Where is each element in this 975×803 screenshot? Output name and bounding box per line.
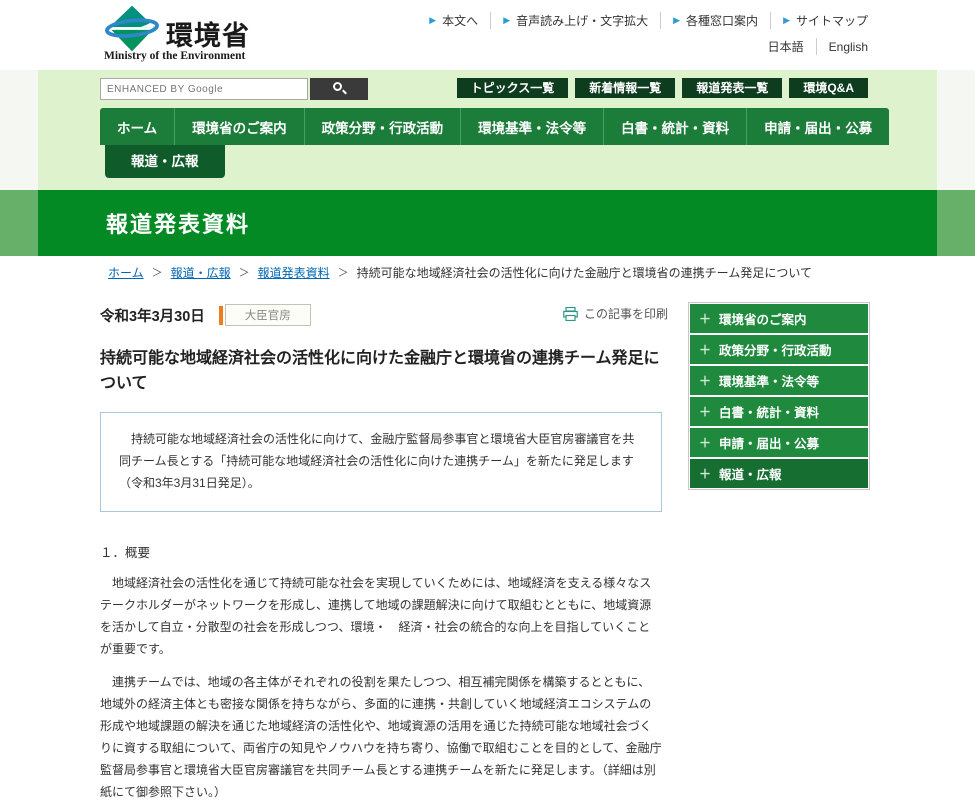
new-info-list-button[interactable]: 新着情報一覧 [575,78,675,98]
quick-buttons: トピックス一覧 新着情報一覧 報道発表一覧 環境Q&A [450,78,868,98]
sidebar-item-whitepapers-stats[interactable]: ＋ 白書・統計・資料 [690,397,868,426]
nav-tab-press[interactable]: 報道・広報 [105,145,225,178]
article-paragraph-1: 地域経済社会の活性化を通じて持続可能な社会を実現していくためには、地域経済を支え… [100,572,662,660]
sidebar-item-label: 政策分野・行政活動 [719,340,832,359]
language-switcher: 日本語 English [756,38,868,55]
search-icon [333,82,342,91]
band-right-edge [937,190,975,256]
nav-home[interactable]: ホーム [100,108,175,145]
expand-icon: ＋ [699,403,711,420]
expand-icon: ＋ [699,465,711,482]
sidebar-item-label: 申請・届出・公募 [719,433,819,452]
article-title: 持続可能な地域経済社会の活性化に向けた金融庁と環境省の連携チーム発足について [100,346,662,396]
nav-about[interactable]: 環境省のご案内 [175,108,305,145]
article-date: 令和3年3月30日 [100,305,205,326]
quick-link-label: 本文へ [442,12,478,29]
nav-standards-laws[interactable]: 環境基準・法令等 [461,108,604,145]
lang-japanese[interactable]: 日本語 [756,38,817,55]
quick-link-label: 各種窓口案内 [686,12,758,29]
sidebar-item-press[interactable]: ＋ 報道・広報 [690,459,868,488]
right-gutter [937,70,975,190]
link-to-main-text[interactable]: ▶ 本文へ [417,12,491,29]
breadcrumb-press[interactable]: 報道・広報 [171,264,231,281]
link-sitemap[interactable]: ▶ サイトマップ [771,12,868,29]
sidebar-menu: ＋ 環境省のご案内 ＋ 政策分野・行政活動 ＋ 環境基準・法令等 ＋ 白書・統計… [688,302,870,490]
article-content: 令和3年3月30日 大臣官房 この記事を印刷 持続可能な地域経済社会の活性化に向… [100,288,662,803]
sidebar-item-label: 環境省のご案内 [719,309,807,328]
ministry-name-en: Ministry of the Environment [104,50,245,62]
quick-link-label: 音声読み上げ・文字拡大 [516,12,648,29]
header-quick-links: ▶ 本文へ ▶ 音声読み上げ・文字拡大 ▶ 各種窓口案内 ▶ サイトマップ [417,12,868,29]
arrow-icon: ▶ [429,15,436,26]
green-zone-center: トピックス一覧 新着情報一覧 報道発表一覧 環境Q&A ホーム 環境省のご案内 … [38,70,937,190]
article-meta: 令和3年3月30日 大臣官房 この記事を印刷 [100,302,662,328]
breadcrumb: ホーム ＞ 報道・広報 ＞ 報道発表資料 ＞ 持続可能な地域経済社会の活性化に向… [0,256,975,288]
lang-english[interactable]: English [817,40,868,54]
ministry-logo[interactable]: 環境省 Ministry of the Environment [104,4,334,66]
sidebar-item-policy[interactable]: ＋ 政策分野・行政活動 [690,335,868,364]
section-1-heading: １．概要 [100,542,662,561]
expand-icon: ＋ [699,372,711,389]
printer-icon [563,307,578,321]
expand-icon: ＋ [699,434,711,451]
sidebar: ＋ 環境省のご案内 ＋ 政策分野・行政活動 ＋ 環境基準・法令等 ＋ 白書・統計… [688,302,870,803]
category-badge[interactable]: 大臣官房 [225,304,311,326]
breadcrumb-separator: ＞ [239,264,250,280]
sidebar-item-label: 報道・広報 [719,464,782,483]
breadcrumb-home[interactable]: ホーム [108,264,144,281]
topics-list-button[interactable]: トピックス一覧 [457,78,569,98]
ministry-name: 環境省 [166,14,250,53]
arrow-icon: ▶ [673,15,680,26]
site-search [100,78,368,100]
print-label: この記事を印刷 [584,305,668,322]
nav-whitepapers-stats[interactable]: 白書・統計・資料 [604,108,747,145]
site-header: 環境省 Ministry of the Environment ▶ 本文へ ▶ 音声… [0,0,975,70]
page-title-band: 報道発表資料 [0,190,975,256]
print-article-link[interactable]: この記事を印刷 [563,305,668,322]
sidebar-item-standards-laws[interactable]: ＋ 環境基準・法令等 [690,366,868,395]
breadcrumb-separator: ＞ [152,264,163,280]
search-button[interactable] [310,78,368,100]
nav-policy[interactable]: 政策分野・行政活動 [305,108,462,145]
main-area: 令和3年3月30日 大臣官房 この記事を印刷 持続可能な地域経済社会の活性化に向… [0,288,975,803]
sidebar-item-applications[interactable]: ＋ 申請・届出・公募 [690,428,868,457]
band-center: 報道発表資料 [38,190,937,256]
header-green-zone: トピックス一覧 新着情報一覧 報道発表一覧 環境Q&A ホーム 環境省のご案内 … [0,70,975,190]
sidebar-item-label: 環境基準・法令等 [719,371,819,390]
article-lead-box: 持続可能な地域経済社会の活性化に向けて、金融庁監督局参事官と環境省大臣官房審議官… [100,412,662,512]
nav-applications[interactable]: 申請・届出・公募 [747,108,889,145]
sidebar-item-label: 白書・統計・資料 [719,402,819,421]
expand-icon: ＋ [699,310,711,327]
arrow-icon: ▶ [783,15,790,26]
arrow-icon: ▶ [503,15,510,26]
article-paragraph-2: 連携チームでは、地域の各主体がそれぞれの役割を果たしつつ、相互補完関係を構築する… [100,671,662,803]
breadcrumb-current: 持続可能な地域経済社会の活性化に向けた金融庁と環境省の連携チーム発足について [357,264,812,281]
search-input[interactable] [100,78,308,100]
sidebar-item-about[interactable]: ＋ 環境省のご案内 [690,304,868,333]
band-left-edge [0,190,38,256]
link-contact-windows[interactable]: ▶ 各種窓口案内 [661,12,771,29]
page-title: 報道発表資料 [38,207,250,239]
expand-icon: ＋ [699,341,711,358]
left-gutter [0,70,38,190]
sub-navigation: 報道・広報 [105,145,225,178]
breadcrumb-press-materials[interactable]: 報道発表資料 [258,264,330,281]
press-release-list-button[interactable]: 報道発表一覧 [682,78,782,98]
breadcrumb-separator: ＞ [338,264,349,280]
environment-qa-button[interactable]: 環境Q&A [789,78,868,98]
category-accent-bar [219,306,223,325]
ministry-logo-icon [104,4,160,54]
main-navigation: ホーム 環境省のご案内 政策分野・行政活動 環境基準・法令等 白書・統計・資料 … [100,108,889,145]
link-text-to-speech[interactable]: ▶ 音声読み上げ・文字拡大 [491,12,661,29]
quick-link-label: サイトマップ [796,12,868,29]
